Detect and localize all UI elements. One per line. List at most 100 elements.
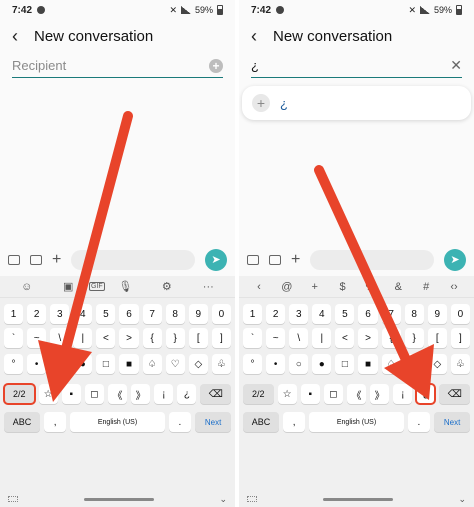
key[interactable]: 5 bbox=[96, 304, 116, 324]
back-icon[interactable]: ‹ bbox=[251, 27, 273, 45]
key[interactable]: \ bbox=[50, 328, 70, 348]
key[interactable]: ° bbox=[4, 354, 24, 374]
key[interactable]: ☆ bbox=[277, 384, 297, 404]
key[interactable]: ~ bbox=[266, 328, 286, 348]
key[interactable]: | bbox=[73, 328, 93, 348]
key[interactable]: ◇ bbox=[188, 354, 208, 374]
add-icon[interactable]: + bbox=[252, 94, 270, 112]
key[interactable]: 6 bbox=[119, 304, 139, 324]
attach-plus-icon[interactable]: + bbox=[52, 252, 61, 268]
key[interactable]: 3 bbox=[50, 304, 70, 324]
key[interactable]: ♤ bbox=[142, 354, 162, 374]
key[interactable]: > bbox=[119, 328, 139, 348]
attach-plus-icon[interactable]: + bbox=[291, 252, 300, 268]
image-icon[interactable] bbox=[8, 255, 20, 265]
symbols-page-key[interactable]: 2/2 bbox=[243, 384, 274, 404]
symbols-page-key[interactable]: 2/2 bbox=[3, 383, 36, 405]
period-key[interactable]: . bbox=[168, 412, 192, 432]
key[interactable]: 8 bbox=[404, 304, 424, 324]
key[interactable]: ` bbox=[243, 328, 263, 348]
more-icon[interactable]: ··· bbox=[188, 281, 229, 293]
mic-icon[interactable]: 🎙 bbox=[105, 280, 146, 293]
key[interactable]: < bbox=[335, 328, 355, 348]
key[interactable]: ♡ bbox=[165, 354, 185, 374]
key[interactable]: 8 bbox=[165, 304, 185, 324]
message-input[interactable] bbox=[71, 250, 195, 270]
send-icon[interactable]: ➤ bbox=[205, 249, 227, 271]
space-key[interactable]: English (US) bbox=[309, 412, 404, 432]
keyboard-grid-icon[interactable] bbox=[247, 496, 257, 502]
back-icon[interactable]: ‹ bbox=[12, 27, 34, 45]
key[interactable]: 1 bbox=[243, 304, 263, 324]
add-recipient-icon[interactable]: + bbox=[209, 58, 223, 73]
key[interactable]: | bbox=[312, 328, 332, 348]
backspace-key[interactable]: ⌫ bbox=[439, 384, 471, 404]
camera-icon[interactable] bbox=[269, 255, 281, 265]
key[interactable]: ● bbox=[73, 354, 93, 374]
gif-icon[interactable]: GIF bbox=[88, 282, 105, 291]
key[interactable]: 2 bbox=[27, 304, 47, 324]
key[interactable]: ▪ bbox=[300, 384, 320, 404]
comma-key[interactable]: , bbox=[43, 412, 67, 432]
key[interactable]: 4 bbox=[312, 304, 332, 324]
key[interactable]: 》 bbox=[131, 384, 151, 404]
inverted-question-key[interactable]: ¿ bbox=[415, 383, 437, 405]
key[interactable]: } bbox=[165, 328, 185, 348]
key[interactable]: 1 bbox=[4, 304, 24, 324]
recipient-input[interactable]: ¿ bbox=[251, 58, 450, 73]
recipient-input[interactable] bbox=[12, 58, 209, 73]
key[interactable]: [ bbox=[427, 328, 447, 348]
at-key[interactable]: @ bbox=[273, 281, 301, 293]
key[interactable]: 9 bbox=[427, 304, 447, 324]
next-key[interactable]: Next bbox=[195, 412, 232, 432]
key[interactable]: [ bbox=[188, 328, 208, 348]
key[interactable]: 0 bbox=[450, 304, 470, 324]
key[interactable]: 2 bbox=[266, 304, 286, 324]
key[interactable]: \ bbox=[289, 328, 309, 348]
key[interactable]: □ bbox=[96, 354, 116, 374]
key[interactable]: ○ bbox=[50, 354, 70, 374]
emoji-icon[interactable]: ☺ bbox=[6, 281, 47, 293]
chevron-down-icon[interactable]: ⌄ bbox=[458, 494, 466, 505]
keyboard-grid-icon[interactable] bbox=[8, 496, 18, 502]
message-input[interactable] bbox=[310, 250, 434, 270]
key[interactable]: ` bbox=[4, 328, 24, 348]
settings-icon[interactable]: ⚙ bbox=[146, 280, 187, 293]
cursor-control-icon[interactable]: ‹› bbox=[440, 281, 468, 293]
key[interactable]: 《 bbox=[107, 384, 128, 404]
recipient-suggestion[interactable]: + ¿ bbox=[242, 86, 471, 120]
home-handle[interactable] bbox=[83, 497, 154, 501]
abc-key[interactable]: ABC bbox=[4, 412, 40, 432]
dollar-key[interactable]: $ bbox=[329, 281, 357, 293]
key[interactable]: ♧ bbox=[211, 354, 231, 374]
hash-key[interactable]: # bbox=[412, 281, 440, 293]
key[interactable]: • bbox=[266, 354, 286, 374]
key[interactable]: { bbox=[381, 328, 401, 348]
key[interactable]: > bbox=[358, 328, 378, 348]
key[interactable]: • bbox=[27, 354, 47, 374]
key[interactable]: ] bbox=[450, 328, 470, 348]
send-icon[interactable]: ➤ bbox=[444, 249, 466, 271]
key[interactable]: 9 bbox=[188, 304, 208, 324]
toolbar-back-icon[interactable]: ‹ bbox=[245, 281, 273, 293]
key[interactable]: ¿ bbox=[177, 384, 197, 404]
home-handle[interactable] bbox=[322, 497, 393, 501]
plus-key[interactable]: + bbox=[301, 281, 329, 293]
key[interactable]: ¡ bbox=[393, 384, 413, 404]
key[interactable]: 4 bbox=[73, 304, 93, 324]
key[interactable]: 《 bbox=[346, 384, 367, 404]
key[interactable]: ◇ bbox=[427, 354, 447, 374]
ampersand-key[interactable]: & bbox=[384, 281, 412, 293]
chevron-down-icon[interactable]: ⌄ bbox=[219, 494, 227, 505]
clear-icon[interactable]: ✕ bbox=[450, 57, 462, 74]
key[interactable]: 6 bbox=[358, 304, 378, 324]
key[interactable]: ◻ bbox=[84, 384, 104, 404]
abc-key[interactable]: ABC bbox=[243, 412, 279, 432]
camera-icon[interactable] bbox=[30, 255, 42, 265]
key[interactable]: } bbox=[404, 328, 424, 348]
key[interactable]: ○ bbox=[289, 354, 309, 374]
key[interactable]: 3 bbox=[289, 304, 309, 324]
key[interactable]: ◻ bbox=[323, 384, 343, 404]
sticker-icon[interactable]: ▣ bbox=[47, 280, 88, 293]
key[interactable]: ~ bbox=[27, 328, 47, 348]
